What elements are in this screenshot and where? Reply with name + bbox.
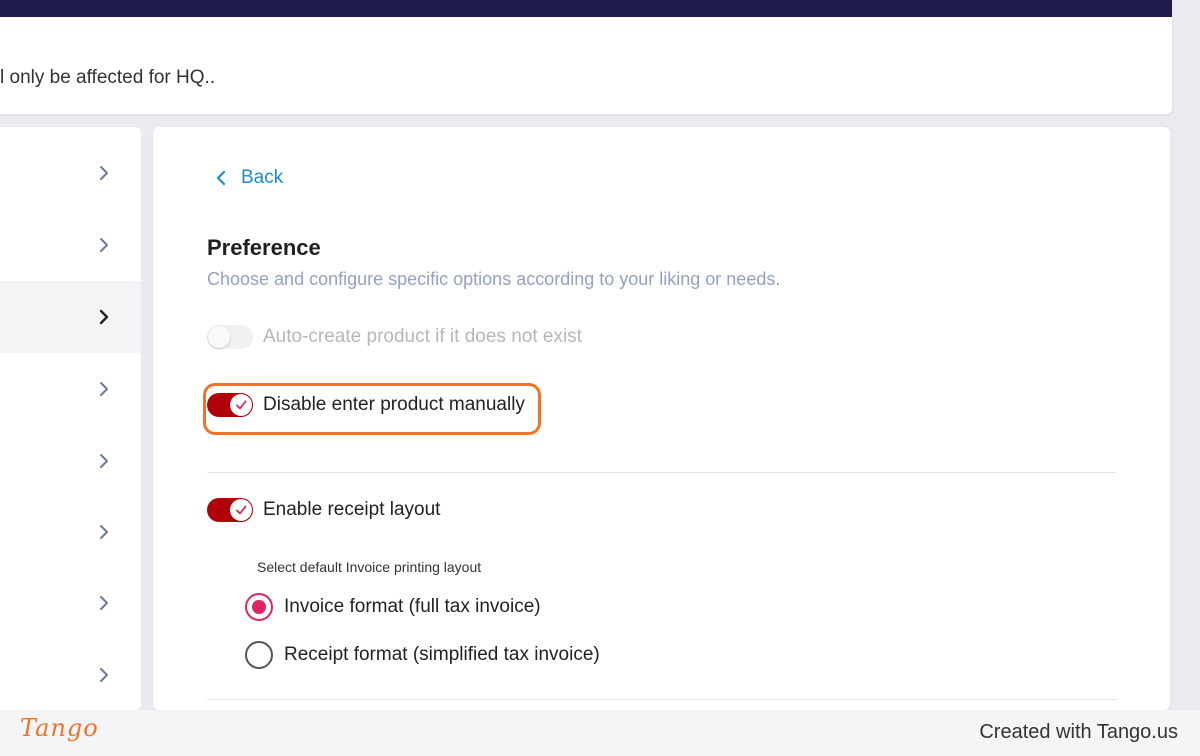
radio-dot	[252, 600, 266, 614]
toggle-knob	[208, 326, 230, 348]
radio-label: Invoice format (full tax invoice)	[284, 596, 541, 617]
radio-receipt-format[interactable]: Receipt format (simplified tax invoice)	[245, 641, 600, 669]
back-label: Back	[241, 167, 284, 188]
receipt-layout-setting: Enable receipt layout	[207, 498, 440, 522]
sidebar-item-3-active[interactable]	[0, 281, 141, 353]
disable-manual-label: Disable enter product manually	[263, 394, 525, 415]
auto-create-label: Auto-create product if it does not exist	[263, 326, 582, 347]
radio-button[interactable]	[245, 593, 273, 621]
divider	[207, 699, 1116, 700]
preference-panel: Back Preference Choose and configure spe…	[153, 127, 1170, 710]
top-bar	[0, 0, 1172, 17]
chevron-left-icon	[216, 170, 226, 186]
auto-create-setting: Auto-create product if it does not exist	[207, 325, 582, 349]
notice-banner: l only be affected for HQ..	[0, 17, 1172, 114]
divider	[207, 472, 1116, 473]
toggle-knob	[230, 394, 252, 416]
check-icon	[236, 400, 247, 410]
created-with-text: Created with Tango.us	[979, 721, 1178, 743]
notice-text: l only be affected for HQ..	[0, 67, 216, 88]
sidebar-item-6[interactable]	[0, 496, 141, 568]
sidebar-item-4[interactable]	[0, 353, 141, 425]
chevron-right-icon	[100, 454, 108, 468]
chevron-right-icon	[100, 166, 108, 180]
radio-invoice-format[interactable]: Invoice format (full tax invoice)	[245, 593, 541, 621]
sidebar	[0, 127, 141, 710]
chevron-right-icon	[100, 525, 108, 539]
sidebar-item-1[interactable]	[0, 137, 141, 209]
check-icon	[236, 505, 247, 515]
toggle-knob	[230, 499, 252, 521]
chevron-right-icon	[100, 596, 108, 610]
chevron-right-icon	[100, 382, 108, 396]
sidebar-item-2[interactable]	[0, 209, 141, 281]
auto-create-toggle[interactable]	[207, 325, 253, 349]
receipt-layout-toggle[interactable]	[207, 498, 253, 522]
disable-manual-setting: Disable enter product manually	[207, 393, 525, 417]
tango-logo: Tango	[20, 714, 99, 742]
chevron-right-icon	[100, 668, 108, 682]
radio-button[interactable]	[245, 641, 273, 669]
back-link[interactable]: Back	[215, 167, 283, 189]
chevron-right-icon	[100, 238, 108, 252]
radio-label: Receipt format (simplified tax invoice)	[284, 644, 600, 665]
page-title: Preference	[207, 235, 321, 260]
receipt-layout-label: Enable receipt layout	[263, 499, 441, 520]
footer: Tango Created with Tango.us	[0, 710, 1200, 756]
sidebar-item-5[interactable]	[0, 425, 141, 497]
disable-manual-toggle[interactable]	[207, 393, 253, 417]
page-subtitle: Choose and configure specific options ac…	[207, 269, 781, 289]
chevron-right-icon	[99, 309, 109, 325]
layout-select-label: Select default Invoice printing layout	[257, 559, 482, 575]
sidebar-item-7[interactable]	[0, 567, 141, 639]
sidebar-item-8[interactable]	[0, 639, 141, 710]
